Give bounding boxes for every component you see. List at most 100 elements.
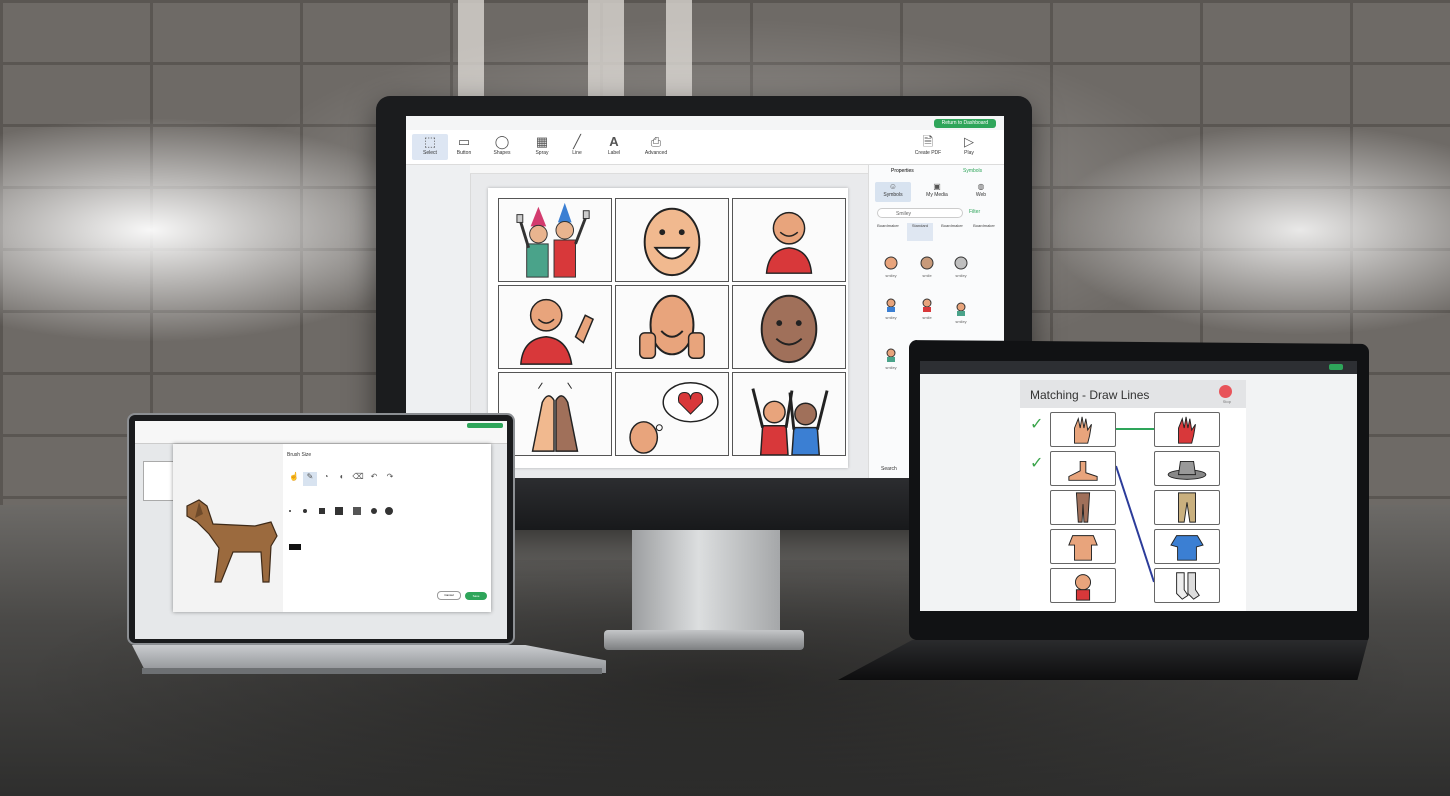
monitor-stand-base: [604, 630, 804, 650]
line-tool[interactable]: ╱ Line: [559, 134, 595, 156]
play-icon: ▷: [964, 134, 974, 149]
library-tab[interactable]: Standard: [907, 223, 933, 241]
match-item-torso[interactable]: [1050, 529, 1116, 564]
symbol-result[interactable]: [919, 255, 935, 271]
create-pdf-button[interactable]: 🗎 Create PDF: [906, 134, 950, 156]
head-icon: [1074, 574, 1092, 601]
match-item-head[interactable]: [1050, 568, 1116, 603]
symbol-result[interactable]: [883, 297, 899, 313]
button-tool[interactable]: ▭ Button: [446, 134, 482, 156]
product-scene: Return to Dashboard ⬚ Select ▭ Button ◯ …: [0, 0, 1450, 796]
printer-icon: ⎙: [650, 134, 662, 149]
library-tab[interactable]: Boardmaker: [971, 223, 997, 241]
library-tab[interactable]: Boardmaker: [939, 223, 965, 241]
glove-icon: [1178, 416, 1196, 444]
high-five-symbol: [531, 382, 579, 452]
cell-party[interactable]: [498, 198, 612, 282]
symbol-result[interactable]: [953, 301, 969, 317]
match-item-socks[interactable]: [1154, 568, 1220, 603]
symbol-grid: [498, 198, 846, 460]
cell-cheer[interactable]: [732, 372, 846, 456]
return-to-dashboard-button[interactable]: Return to Dashboard: [933, 119, 996, 128]
match-item-feet[interactable]: [1050, 451, 1116, 486]
cell-smile-face[interactable]: [615, 198, 729, 282]
redo-icon[interactable]: ↷: [383, 472, 397, 486]
source-web[interactable]: ◍ Web: [963, 182, 999, 202]
undo-icon[interactable]: ↶: [367, 472, 381, 486]
hat-icon: [1167, 460, 1207, 480]
filter-button[interactable]: Filter: [969, 209, 980, 215]
tool-label: Line: [572, 150, 582, 156]
source-my-media[interactable]: ▣ My Media: [919, 182, 955, 202]
tool-label: Label: [607, 150, 621, 156]
match-item-pants[interactable]: [1154, 490, 1220, 525]
tab-symbols[interactable]: Symbols: [963, 168, 982, 174]
match-item-shirt[interactable]: [1154, 529, 1220, 564]
erase-tool-icon[interactable]: ⌫: [351, 472, 365, 486]
match-item-hat[interactable]: [1154, 451, 1220, 486]
tool-label: Advanced: [644, 150, 668, 156]
save-button[interactable]: Save: [465, 592, 487, 600]
symbol-result-label: smiley: [955, 319, 967, 324]
return-button[interactable]: [467, 423, 503, 428]
rectangle-icon: ▭: [457, 134, 471, 149]
symbol-result[interactable]: [883, 255, 899, 271]
brown-face-symbol: [760, 294, 818, 364]
cheer-symbol: [751, 388, 829, 455]
cell-thumbs-up[interactable]: [615, 285, 729, 369]
match-item-hand[interactable]: [1050, 412, 1116, 447]
tool-label: Create PDF: [914, 150, 942, 156]
activity-title: Matching - Draw Lines: [1030, 388, 1150, 402]
library-tab[interactable]: Boardmaker: [875, 223, 901, 241]
source-label: Web: [975, 192, 987, 198]
match-item-legs[interactable]: [1050, 490, 1116, 525]
brush-size-options[interactable]: [289, 506, 399, 516]
check-icon: ✓: [1030, 416, 1044, 433]
shapes-tool[interactable]: ◯ Shapes: [484, 134, 520, 156]
thumbs-up-symbol: [639, 294, 705, 359]
panel-footer: Search: [881, 466, 897, 472]
symbol-search-input[interactable]: Smiley: [877, 208, 963, 218]
symbol-result[interactable]: [883, 347, 899, 363]
cell-high-five[interactable]: [498, 372, 612, 456]
activity-header: Matching - Draw Lines Stop: [1020, 380, 1246, 408]
source-symbols[interactable]: ☺ Symbols: [875, 182, 911, 202]
cell-love-thought[interactable]: [615, 372, 729, 456]
smile-face-symbol: [643, 207, 701, 277]
select-tool-icon[interactable]: ☝: [287, 472, 301, 486]
tab-properties[interactable]: Properties: [891, 168, 914, 174]
cell-child-smile[interactable]: [732, 198, 846, 282]
tool-label: Button: [456, 150, 472, 156]
shapes-icon: ◯: [494, 134, 510, 149]
symbol-result[interactable]: [953, 255, 969, 271]
play-button[interactable]: ▷ Play: [954, 134, 984, 156]
color-swatch[interactable]: [289, 544, 301, 550]
wave-hand-symbol: [520, 298, 595, 365]
cancel-button[interactable]: Cancel: [437, 591, 461, 600]
label-tool[interactable]: A Label: [596, 134, 632, 156]
panel-tabs: Properties Symbols: [869, 165, 1004, 177]
page-thumbnail[interactable]: [143, 461, 175, 501]
cell-brown-face[interactable]: [732, 285, 846, 369]
match-item-glove[interactable]: [1154, 412, 1220, 447]
editor-toolbar: ⬚ Select ▭ Button ◯ Shapes ▦ Spray ╱ Lin…: [406, 130, 1004, 165]
letter-a-icon: A: [609, 134, 619, 149]
brush-tool-icon[interactable]: ✎: [303, 472, 317, 486]
image-icon: ▣: [933, 182, 941, 191]
color-tool-icon[interactable]: ◐: [335, 472, 349, 486]
symbol-result[interactable]: [919, 297, 935, 313]
stop-button[interactable]: [1219, 385, 1232, 398]
spray-tool[interactable]: ▦ Spray: [524, 134, 560, 156]
topbar-action-button[interactable]: [1329, 364, 1343, 370]
feet-icon: [1068, 460, 1098, 481]
grid-icon: ▦: [535, 134, 549, 149]
tool-label: Shapes: [493, 150, 511, 156]
advanced-tool[interactable]: ⎙ Advanced: [634, 134, 678, 156]
dialog-title: Brush Size: [287, 452, 312, 458]
child-smile-symbol: [765, 211, 813, 274]
select-tool[interactable]: ⬚ Select: [412, 134, 448, 160]
cell-wave-hand[interactable]: [498, 285, 612, 369]
fill-tool-icon[interactable]: ◔: [319, 472, 333, 486]
party-symbol: [516, 202, 590, 278]
tool-label: Select: [423, 150, 437, 156]
